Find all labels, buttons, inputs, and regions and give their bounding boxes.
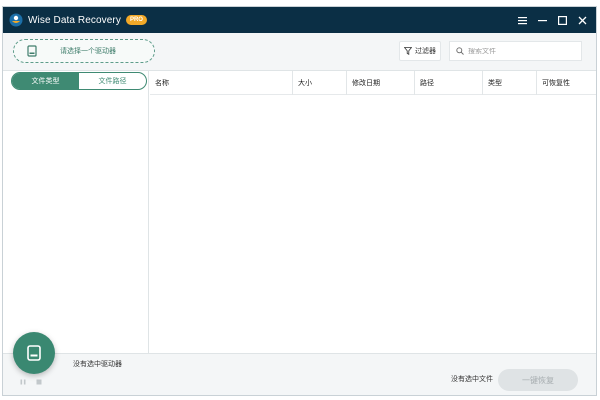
filter-icon (404, 47, 412, 55)
filter-label: 过滤器 (415, 48, 436, 55)
window-controls (512, 10, 592, 30)
minimize-icon[interactable] (532, 10, 552, 30)
close-icon[interactable] (572, 10, 592, 30)
no-file-label: 没有选中文件 (451, 376, 493, 383)
drive-select-button[interactable]: 请选择一个驱动器 (13, 39, 155, 63)
pro-badge: PRO (125, 15, 147, 25)
column-header-type[interactable]: 类型 (482, 71, 536, 95)
stop-icon[interactable] (35, 378, 43, 386)
column-header-path[interactable]: 路径 (414, 71, 482, 95)
no-drive-label: 没有选中驱动器 (73, 361, 122, 368)
drive-select-label: 请选择一个驱动器 (60, 48, 116, 55)
app-title: Wise Data Recovery (28, 14, 121, 26)
search-input[interactable] (468, 47, 578, 55)
status-bar: 没有选中驱动器 没有选中文件 一键恢复 (3, 353, 596, 395)
app-window: Wise Data Recovery PRO 请选择一个驱动器 过滤器 搜索文件… (2, 6, 597, 396)
toolbar: 请选择一个驱动器 过滤器 (3, 33, 596, 71)
column-header-recoverability[interactable]: 可恢复性 (536, 71, 596, 95)
left-panel: 文件类型 文件路径 (3, 71, 149, 353)
table-header: 名称 大小 修改日期 路径 类型 可恢复性 (150, 71, 596, 95)
column-header-name[interactable]: 名称 (150, 71, 292, 95)
tab-file-type[interactable]: 文件类型 (12, 73, 79, 89)
tab-file-path[interactable]: 文件路径 (79, 73, 146, 89)
hard-drive-icon (27, 345, 41, 361)
search-icon (456, 47, 464, 55)
scan-controls (19, 378, 43, 386)
menu-icon[interactable] (512, 10, 532, 30)
maximize-icon[interactable] (552, 10, 572, 30)
search-box (449, 41, 582, 61)
drive-status-button[interactable] (13, 332, 55, 374)
column-header-modified[interactable]: 修改日期 (346, 71, 414, 95)
view-toggle: 文件类型 文件路径 (11, 72, 147, 90)
filter-button[interactable]: 过滤器 (399, 41, 441, 61)
title-bar: Wise Data Recovery PRO (3, 7, 596, 33)
drive-icon (27, 45, 37, 57)
column-header-size[interactable]: 大小 (292, 71, 346, 95)
app-logo-icon (9, 13, 23, 27)
file-table: 名称 大小 修改日期 路径 类型 可恢复性 (150, 71, 596, 353)
pause-icon[interactable] (19, 378, 27, 386)
one-click-recover-button[interactable]: 一键恢复 (498, 369, 578, 391)
